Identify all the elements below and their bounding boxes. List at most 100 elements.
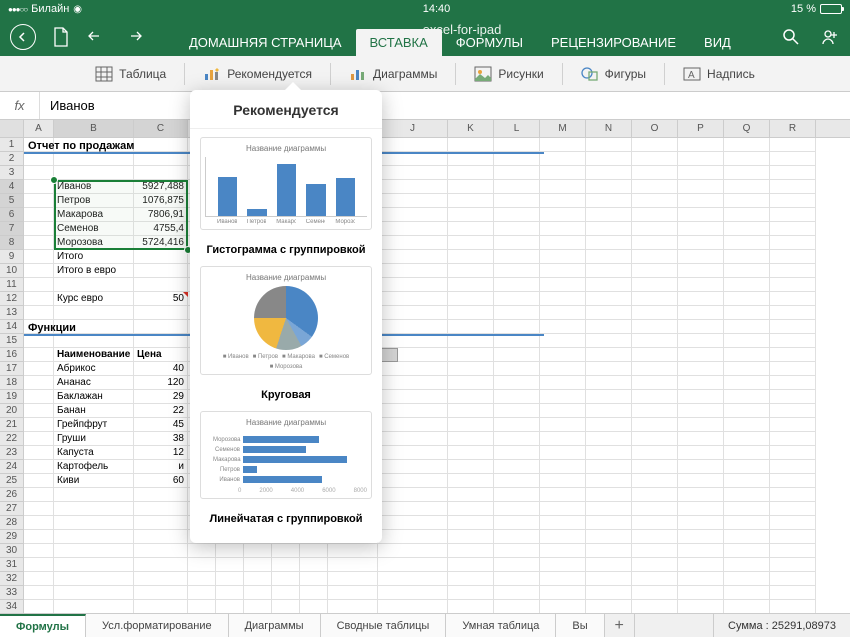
cell-C8[interactable]: 5724,416 <box>134 236 188 250</box>
ribbon-recommended[interactable]: Рекомендуется <box>193 61 322 87</box>
ribbon-table[interactable]: Таблица <box>85 61 176 87</box>
row-header-12[interactable]: 12 <box>0 292 23 306</box>
sheet-tab-1[interactable]: Усл.форматирование <box>86 614 229 637</box>
chart-option-pie[interactable]: Название диаграммы ИвановПетровМакароваС… <box>200 266 372 375</box>
back-button[interactable] <box>10 24 36 50</box>
row-header-30[interactable]: 30 <box>0 544 23 558</box>
cell-B20[interactable]: Банан <box>54 404 134 418</box>
cell-B9[interactable]: Итого <box>54 250 134 264</box>
undo-button[interactable] <box>86 26 108 48</box>
row-header-34[interactable]: 34 <box>0 600 23 614</box>
cell-B18[interactable]: Ананас <box>54 376 134 390</box>
row-header-8[interactable]: 8 <box>0 236 23 250</box>
row-header-15[interactable]: 15 <box>0 334 23 348</box>
cell-C5[interactable]: 1076,875 <box>134 194 188 208</box>
col-header-M[interactable]: M <box>540 120 586 137</box>
cell-C16[interactable]: Цена <box>134 348 188 362</box>
tab-formulas[interactable]: ФОРМУЛЫ <box>442 29 537 56</box>
sheet-tab-3[interactable]: Сводные таблицы <box>321 614 447 637</box>
row-header-20[interactable]: 20 <box>0 404 23 418</box>
row-header-32[interactable]: 32 <box>0 572 23 586</box>
cell-B24[interactable]: Картофель <box>54 460 134 474</box>
chart-option-clustered-bar[interactable]: Название диаграммы МорозоваСеменовМакаро… <box>200 411 372 499</box>
col-header-C[interactable]: C <box>134 120 188 137</box>
row-header-18[interactable]: 18 <box>0 376 23 390</box>
row-header-31[interactable]: 31 <box>0 558 23 572</box>
row-header-13[interactable]: 13 <box>0 306 23 320</box>
add-sheet-button[interactable]: + <box>605 614 635 637</box>
cell-C7[interactable]: 4755,4 <box>134 222 188 236</box>
row-header-10[interactable]: 10 <box>0 264 23 278</box>
cell-B12[interactable]: Курс евро <box>54 292 134 306</box>
row-header-17[interactable]: 17 <box>0 362 23 376</box>
row-header-27[interactable]: 27 <box>0 502 23 516</box>
row-header-22[interactable]: 22 <box>0 432 23 446</box>
col-header-J[interactable]: J <box>378 120 448 137</box>
cell-B6[interactable]: Макарова <box>54 208 134 222</box>
col-header-R[interactable]: R <box>770 120 816 137</box>
cell-C21[interactable]: 45 <box>134 418 188 432</box>
chart-option-clustered-column[interactable]: Название диаграммы ИвановПетровМакароваС… <box>200 137 372 230</box>
ribbon-shapes[interactable]: Фигуры <box>571 61 656 87</box>
sheet-tab-2[interactable]: Диаграммы <box>229 614 321 637</box>
col-header-L[interactable]: L <box>494 120 540 137</box>
row-header-6[interactable]: 6 <box>0 208 23 222</box>
row-header-3[interactable]: 3 <box>0 166 23 180</box>
cell-B4[interactable]: Иванов <box>54 180 134 194</box>
cell-C12[interactable]: 50 <box>134 292 188 306</box>
sheet-tab-0[interactable]: Формулы <box>0 614 86 637</box>
cell-B7[interactable]: Семенов <box>54 222 134 236</box>
sheet-tab-5[interactable]: Вы <box>556 614 604 637</box>
redo-button[interactable] <box>122 26 144 48</box>
row-header-5[interactable]: 5 <box>0 194 23 208</box>
row-header-7[interactable]: 7 <box>0 222 23 236</box>
row-header-26[interactable]: 26 <box>0 488 23 502</box>
row-header-24[interactable]: 24 <box>0 460 23 474</box>
cell-C18[interactable]: 120 <box>134 376 188 390</box>
ribbon-charts[interactable]: Диаграммы <box>339 61 447 87</box>
row-header-19[interactable]: 19 <box>0 390 23 404</box>
fx-label[interactable]: fx <box>0 92 40 119</box>
row-header-4[interactable]: 4 <box>0 180 23 194</box>
cell-B19[interactable]: Баклажан <box>54 390 134 404</box>
cell-B22[interactable]: Груши <box>54 432 134 446</box>
cell-B8[interactable]: Морозова <box>54 236 134 250</box>
row-header-2[interactable]: 2 <box>0 152 23 166</box>
col-header-O[interactable]: O <box>632 120 678 137</box>
cell-B16[interactable]: Наименование <box>54 348 134 362</box>
status-sum[interactable]: Сумма : 25291,08973 <box>713 614 850 637</box>
col-header-N[interactable]: N <box>586 120 632 137</box>
cell-B25[interactable]: Киви <box>54 474 134 488</box>
cell-B17[interactable]: Абрикос <box>54 362 134 376</box>
col-header-Q[interactable]: Q <box>724 120 770 137</box>
cell-B23[interactable]: Капуста <box>54 446 134 460</box>
tab-home[interactable]: ДОМАШНЯЯ СТРАНИЦА <box>175 29 356 56</box>
share-button[interactable] <box>818 26 840 48</box>
row-header-23[interactable]: 23 <box>0 446 23 460</box>
row-header-9[interactable]: 9 <box>0 250 23 264</box>
formula-input[interactable]: Иванов <box>40 98 850 113</box>
cell-C25[interactable]: 60 <box>134 474 188 488</box>
row-header-1[interactable]: 1 <box>0 138 23 152</box>
col-header-K[interactable]: K <box>448 120 494 137</box>
row-header-11[interactable]: 11 <box>0 278 23 292</box>
cell-C22[interactable]: 38 <box>134 432 188 446</box>
sheet-tab-4[interactable]: Умная таблица <box>446 614 556 637</box>
col-header-B[interactable]: B <box>54 120 134 137</box>
cell-B5[interactable]: Петров <box>54 194 134 208</box>
row-header-29[interactable]: 29 <box>0 530 23 544</box>
cell-B10[interactable]: Итого в евро <box>54 264 134 278</box>
cell-C24[interactable]: и <box>134 460 188 474</box>
col-header-A[interactable]: A <box>24 120 54 137</box>
cell-C19[interactable]: 29 <box>134 390 188 404</box>
tab-view[interactable]: ВИД <box>690 29 745 56</box>
row-header-14[interactable]: 14 <box>0 320 23 334</box>
tab-insert[interactable]: ВСТАВКА <box>356 29 442 56</box>
col-header-P[interactable]: P <box>678 120 724 137</box>
select-all-corner[interactable] <box>0 120 24 137</box>
cell-C17[interactable]: 40 <box>134 362 188 376</box>
search-button[interactable] <box>780 26 802 48</box>
cell-C6[interactable]: 7806,91 <box>134 208 188 222</box>
cell-B21[interactable]: Грейпфрут <box>54 418 134 432</box>
cell-C20[interactable]: 22 <box>134 404 188 418</box>
